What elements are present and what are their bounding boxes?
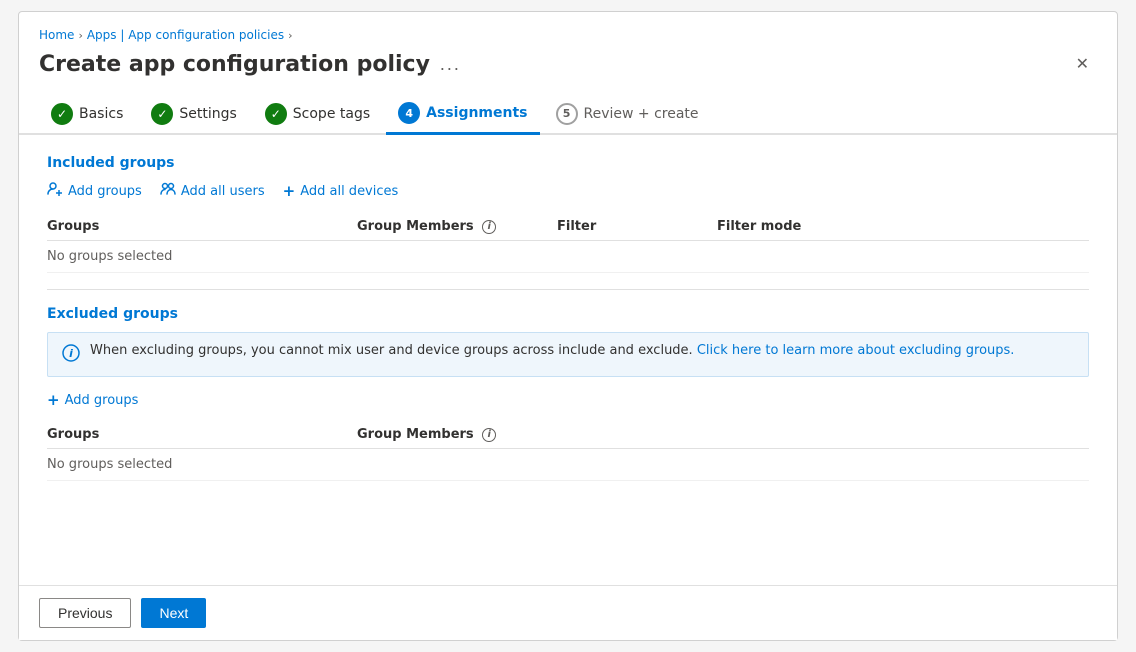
page-title: Create app configuration policy — [39, 52, 430, 77]
section-divider — [47, 289, 1089, 290]
step-settings-label: Settings — [179, 106, 236, 122]
excluded-add-groups-button[interactable]: + Add groups — [47, 391, 138, 409]
add-groups-label: Add groups — [68, 184, 142, 199]
add-all-devices-icon: + — [283, 182, 296, 200]
col-filter: Filter — [557, 219, 717, 234]
col-group-members: Group Members i — [357, 219, 557, 234]
step-scope-circle: ✓ — [265, 103, 287, 125]
step-review[interactable]: 5 Review + create — [544, 95, 711, 133]
col-filter-mode: Filter mode — [717, 219, 877, 234]
excl-col-groups: Groups — [47, 427, 357, 442]
breadcrumb: Home › Apps | App configuration policies… — [39, 28, 1097, 42]
included-empty-row: No groups selected — [47, 241, 1089, 273]
footer: Previous Next — [19, 585, 1117, 640]
excluded-empty-text: No groups selected — [47, 457, 357, 472]
add-all-users-button[interactable]: Add all users — [160, 181, 265, 201]
excluded-section: Excluded groups i When excluding groups,… — [47, 306, 1089, 481]
add-groups-button[interactable]: Add groups — [47, 181, 142, 201]
included-empty-text: No groups selected — [47, 249, 357, 264]
included-action-bar: Add groups Add all users + — [47, 181, 1089, 201]
step-assignments[interactable]: 4 Assignments — [386, 94, 539, 135]
excluded-add-groups-icon: + — [47, 391, 60, 409]
excluded-action-bar: + Add groups — [47, 391, 1089, 409]
content-area: Included groups Add groups — [19, 135, 1117, 585]
step-review-circle: 5 — [556, 103, 578, 125]
step-review-label: Review + create — [584, 106, 699, 122]
excl-col-group-members: Group Members i — [357, 427, 557, 442]
col-groups: Groups — [47, 219, 357, 234]
add-groups-icon — [47, 181, 63, 201]
step-basics-circle: ✓ — [51, 103, 73, 125]
excluded-info-box: i When excluding groups, you cannot mix … — [47, 332, 1089, 377]
step-scope-label: Scope tags — [293, 106, 370, 122]
breadcrumb-sep2: › — [288, 29, 292, 42]
window-header: Home › Apps | App configuration policies… — [19, 12, 1117, 94]
step-basics[interactable]: ✓ Basics — [39, 95, 135, 133]
previous-button[interactable]: Previous — [39, 598, 131, 628]
svg-text:i: i — [69, 347, 73, 360]
group-members-info-icon[interactable]: i — [482, 220, 496, 234]
breadcrumb-home[interactable]: Home — [39, 28, 74, 42]
included-title: Included groups — [47, 155, 1089, 171]
breadcrumb-apps[interactable]: Apps | App configuration policies — [87, 28, 284, 42]
add-all-users-icon — [160, 181, 176, 201]
excl-group-members-info-icon[interactable]: i — [482, 428, 496, 442]
step-assignments-label: Assignments — [426, 105, 527, 121]
close-button[interactable]: ✕ — [1068, 50, 1097, 78]
step-assignments-circle: 4 — [398, 102, 420, 124]
excluded-table-header: Groups Group Members i — [47, 421, 1089, 449]
included-section: Included groups Add groups — [47, 155, 1089, 273]
step-settings-circle: ✓ — [151, 103, 173, 125]
steps-bar: ✓ Basics ✓ Settings ✓ Scope tags 4 Assig… — [19, 94, 1117, 135]
step-settings[interactable]: ✓ Settings — [139, 95, 248, 133]
add-all-devices-label: Add all devices — [300, 184, 398, 199]
excluded-empty-row: No groups selected — [47, 449, 1089, 481]
info-box-text: When excluding groups, you cannot mix us… — [90, 343, 1014, 358]
excluded-title: Excluded groups — [47, 306, 1089, 322]
info-box-icon: i — [62, 344, 80, 366]
step-scope-tags[interactable]: ✓ Scope tags — [253, 95, 382, 133]
add-all-devices-button[interactable]: + Add all devices — [283, 182, 399, 200]
step-basics-label: Basics — [79, 106, 123, 122]
learn-more-link[interactable]: Click here to learn more about excluding… — [697, 343, 1015, 358]
add-all-users-label: Add all users — [181, 184, 265, 199]
breadcrumb-sep1: › — [78, 29, 82, 42]
ellipsis-button[interactable]: ... — [440, 54, 461, 75]
excluded-add-groups-label: Add groups — [65, 393, 139, 408]
included-table-header: Groups Group Members i Filter Filter mod… — [47, 213, 1089, 241]
title-group: Create app configuration policy ... — [39, 52, 461, 77]
title-row: Create app configuration policy ... ✕ — [39, 50, 1097, 78]
main-window: Home › Apps | App configuration policies… — [18, 11, 1118, 641]
next-button[interactable]: Next — [141, 598, 206, 628]
